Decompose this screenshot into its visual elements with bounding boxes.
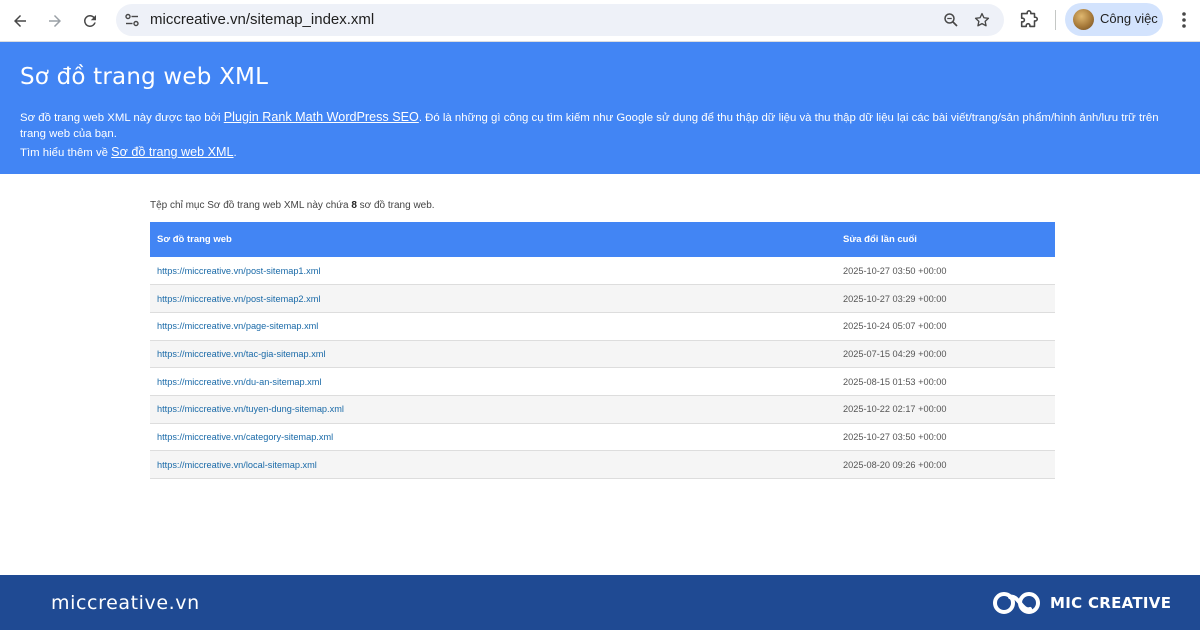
site-info-icon[interactable] <box>124 12 140 28</box>
table-row: https://miccreative.vn/post-sitemap2.xml… <box>150 284 1055 313</box>
table-header-row: Sơ đồ trang web Sửa đổi lần cuối <box>150 222 1055 257</box>
sitemap-url-cell: https://miccreative.vn/du-an-sitemap.xml <box>150 367 836 396</box>
table-row: https://miccreative.vn/tuyen-dung-sitema… <box>150 395 1055 424</box>
page-header: Sơ đồ trang web XML Sơ đồ trang web XML … <box>0 42 1200 174</box>
last-modified-cell: 2025-10-27 03:50 +00:00 <box>836 257 1055 286</box>
rank-math-link[interactable]: Plugin Rank Math WordPress SEO <box>224 110 419 124</box>
toolbar-divider <box>1055 10 1056 30</box>
sitemap-link[interactable]: https://miccreative.vn/tac-gia-sitemap.x… <box>157 349 326 359</box>
forward-icon <box>49 15 61 27</box>
back-icon <box>14 15 26 27</box>
reload-icon <box>83 14 96 27</box>
sitemap-summary: Tệp chỉ mục Sơ đồ trang web XML này chứa… <box>150 200 435 211</box>
last-modified-cell: 2025-07-15 04:29 +00:00 <box>836 340 1055 369</box>
table-row: https://miccreative.vn/post-sitemap1.xml… <box>150 257 1055 286</box>
xml-sitemap-link[interactable]: Sơ đồ trang web XML <box>111 145 233 159</box>
mic-creative-logo-icon <box>993 592 1040 614</box>
sitemap-link[interactable]: https://miccreative.vn/post-sitemap1.xml <box>157 266 320 276</box>
sitemap-url-cell: https://miccreative.vn/tac-gia-sitemap.x… <box>150 340 836 369</box>
zoom-icon[interactable] <box>942 11 960 29</box>
table-row: https://miccreative.vn/tac-gia-sitemap.x… <box>150 340 1055 369</box>
sitemap-link[interactable]: https://miccreative.vn/category-sitemap.… <box>157 432 333 442</box>
intro-text-start: Sơ đồ trang web XML này được tạo bởi <box>20 112 224 124</box>
last-modified-cell: 2025-08-15 01:53 +00:00 <box>836 367 1055 396</box>
last-modified-cell: 2025-10-24 05:07 +00:00 <box>836 312 1055 341</box>
summary-suffix: sơ đồ trang web. <box>356 200 435 211</box>
sitemap-url-cell: https://miccreative.vn/category-sitemap.… <box>150 423 836 452</box>
last-modified-cell: 2025-10-27 03:50 +00:00 <box>836 423 1055 452</box>
sitemap-table: Sơ đồ trang web Sửa đổi lần cuối https:/… <box>150 222 1055 479</box>
profile-label: Công việc <box>1100 11 1158 26</box>
footer-domain: miccreative.vn <box>51 592 200 614</box>
avatar <box>1073 9 1094 30</box>
learn-more-text: Tìm hiểu thêm về Sơ đồ trang web XML. <box>20 145 237 161</box>
sitemap-url-cell: https://miccreative.vn/tuyen-dung-sitema… <box>150 395 836 424</box>
bookmark-star-icon[interactable] <box>973 11 991 29</box>
last-modified-cell: 2025-10-22 02:17 +00:00 <box>836 395 1055 424</box>
column-header-sitemap: Sơ đồ trang web <box>150 222 836 257</box>
table-row: https://miccreative.vn/du-an-sitemap.xml… <box>150 367 1055 396</box>
intro-text: Sơ đồ trang web XML này được tạo bởi Plu… <box>20 110 1185 142</box>
summary-prefix: Tệp chỉ mục Sơ đồ trang web XML này chứa <box>150 200 352 211</box>
forward-button[interactable] <box>40 6 70 36</box>
brand-footer: miccreative.vn MIC CREATIVE <box>0 575 1200 630</box>
address-bar[interactable]: miccreative.vn/sitemap_index.xml <box>116 4 1004 36</box>
last-modified-cell: 2025-10-27 03:29 +00:00 <box>836 284 1055 313</box>
sitemap-url-cell: https://miccreative.vn/local-sitemap.xml <box>150 450 836 479</box>
table-row: https://miccreative.vn/category-sitemap.… <box>150 423 1055 452</box>
sitemap-url-cell: https://miccreative.vn/page-sitemap.xml <box>150 312 836 341</box>
last-modified-cell: 2025-08-20 09:26 +00:00 <box>836 450 1055 479</box>
sitemap-link[interactable]: https://miccreative.vn/post-sitemap2.xml <box>157 294 320 304</box>
sitemap-url-cell: https://miccreative.vn/post-sitemap1.xml <box>150 257 836 286</box>
profile-button[interactable]: Công việc <box>1065 3 1163 36</box>
more-menu-icon[interactable] <box>1174 9 1194 31</box>
sitemap-link[interactable]: https://miccreative.vn/local-sitemap.xml <box>157 460 317 470</box>
column-header-last-modified: Sửa đổi lần cuối <box>836 222 1055 257</box>
browser-toolbar: miccreative.vn/sitemap_index.xml Công vi… <box>0 0 1200 42</box>
extensions-icon[interactable] <box>1018 9 1040 31</box>
sitemap-link[interactable]: https://miccreative.vn/tuyen-dung-sitema… <box>157 404 344 414</box>
back-button[interactable] <box>5 6 35 36</box>
sitemap-link[interactable]: https://miccreative.vn/du-an-sitemap.xml <box>157 377 321 387</box>
learn-more-prefix: Tìm hiểu thêm về <box>20 147 112 159</box>
learn-more-suffix: . <box>233 147 237 159</box>
url-text[interactable]: miccreative.vn/sitemap_index.xml <box>150 11 374 28</box>
sitemap-link[interactable]: https://miccreative.vn/page-sitemap.xml <box>157 321 318 331</box>
table-row: https://miccreative.vn/page-sitemap.xml … <box>150 312 1055 341</box>
page-title: Sơ đồ trang web XML <box>20 64 269 90</box>
reload-button[interactable] <box>75 6 105 36</box>
sitemap-url-cell: https://miccreative.vn/post-sitemap2.xml <box>150 284 836 313</box>
brand-name: MIC CREATIVE <box>1050 594 1172 612</box>
table-row: https://miccreative.vn/local-sitemap.xml… <box>150 450 1055 479</box>
